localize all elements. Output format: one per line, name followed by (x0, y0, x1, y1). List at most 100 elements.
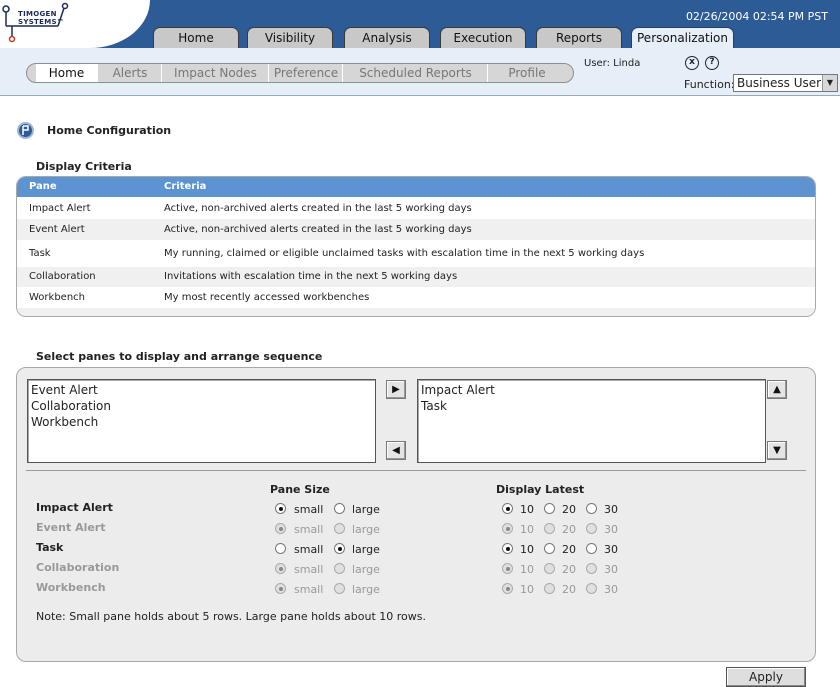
radio-label: large (352, 563, 380, 576)
radio-label: 20 (562, 583, 576, 596)
cell-pane: Event Alert (29, 224, 85, 235)
display-latest-header: Display Latest (496, 483, 585, 496)
datetime: 02/26/2004 02:54 PM PST (685, 10, 828, 23)
radio-label: 10 (520, 563, 534, 576)
pane-label-task: Task (36, 541, 64, 554)
radio-label: 30 (604, 503, 618, 516)
workbench-latest-20-radio (544, 583, 555, 594)
table-row-spacer (17, 308, 815, 316)
criteria-table: Pane Criteria Impact Alert Active, non-a… (16, 176, 816, 317)
impact-alert-size-small-radio[interactable] (275, 503, 286, 514)
subnav-alerts[interactable]: Alerts (99, 64, 162, 82)
impact-alert-size-large-radio[interactable] (334, 503, 345, 514)
event-alert-latest-30-radio (586, 523, 597, 534)
impact-alert-latest-10-radio[interactable] (502, 503, 513, 514)
tab-visibility[interactable]: Visibility (247, 27, 333, 48)
radio-label: small (294, 543, 324, 556)
cell-criteria: Invitations with escalation time in the … (164, 271, 458, 282)
pane-label-collaboration: Collaboration (36, 561, 120, 574)
col-header-criteria: Criteria (164, 181, 207, 192)
radio-label: 30 (604, 563, 618, 576)
radio-label: 10 (520, 503, 534, 516)
help-icon[interactable]: ? (705, 56, 719, 70)
radio-label: 20 (562, 563, 576, 576)
available-panes-list[interactable]: Event Alert Collaboration Workbench (27, 379, 376, 463)
radio-label: large (352, 523, 380, 536)
workbench-size-large-radio (334, 583, 345, 594)
user-label: User: Linda (584, 58, 641, 69)
radio-label: small (294, 503, 324, 516)
task-latest-10-radio[interactable] (502, 543, 513, 554)
table-row: Task My running, claimed or eligible unc… (17, 240, 815, 267)
chevron-down-icon[interactable]: ▼ (822, 75, 837, 91)
move-down-button[interactable]: ▼ (767, 441, 787, 460)
pane-size-header: Pane Size (270, 483, 330, 496)
subnav-home[interactable]: Home (36, 64, 98, 82)
list-item[interactable]: Impact Alert (421, 382, 762, 398)
function-label: Function: (684, 78, 735, 91)
tab-home[interactable]: Home (153, 27, 239, 48)
radio-label: 30 (604, 543, 618, 556)
criteria-table-header: Pane Criteria (17, 177, 815, 197)
cell-pane: Workbench (29, 292, 85, 303)
page-title: Home Configuration (47, 124, 172, 137)
workbench-latest-10-radio (502, 583, 513, 594)
impact-alert-latest-20-radio[interactable] (544, 503, 555, 514)
radio-label: small (294, 583, 324, 596)
function-select-value: Business User (737, 76, 822, 90)
cell-criteria: My most recently accessed workbenches (164, 292, 370, 303)
list-item[interactable]: Event Alert (31, 382, 372, 398)
task-size-small-radio[interactable] (275, 543, 286, 554)
collaboration-latest-10-radio (502, 563, 513, 574)
list-item[interactable]: Task (421, 398, 762, 414)
move-left-button[interactable]: ◀ (386, 441, 406, 460)
function-select[interactable]: Business User ▼ (733, 74, 838, 92)
tab-personalization[interactable]: Personalization (631, 27, 734, 48)
cell-criteria: My running, claimed or eligible unclaime… (164, 248, 645, 259)
display-criteria-title: Display Criteria (36, 160, 132, 173)
tab-analysis[interactable]: Analysis (344, 27, 430, 48)
task-latest-30-radio[interactable] (586, 543, 597, 554)
radio-label: large (352, 503, 380, 516)
radio-label: large (352, 583, 380, 596)
list-item[interactable]: Workbench (31, 414, 372, 430)
divider (26, 470, 806, 471)
table-row: Workbench My most recently accessed work… (17, 287, 815, 308)
subnav-profile[interactable]: Profile (489, 64, 565, 82)
subnav-preference[interactable]: Preference (270, 64, 343, 82)
apply-button[interactable]: Apply (726, 667, 806, 687)
close-icon[interactable]: x (685, 56, 699, 70)
workbench-size-small-radio (275, 583, 286, 594)
cell-pane: Impact Alert (29, 203, 91, 214)
collaboration-size-large-radio (334, 563, 345, 574)
task-size-large-radio[interactable] (334, 543, 345, 554)
pane-label-workbench: Workbench (36, 581, 106, 594)
radio-label: small (294, 563, 324, 576)
collaboration-latest-20-radio (544, 563, 555, 574)
tab-reports[interactable]: Reports (536, 27, 622, 48)
pane-size-note: Note: Small pane holds about 5 rows. Lar… (36, 610, 427, 623)
tab-execution[interactable]: Execution (440, 27, 526, 48)
cell-criteria: Active, non-archived alerts created in t… (164, 224, 472, 235)
table-row: Event Alert Active, non-archived alerts … (17, 219, 815, 240)
collaboration-size-small-radio (275, 563, 286, 574)
subnav-impact-nodes[interactable]: Impact Nodes (163, 64, 269, 82)
event-alert-size-large-radio (334, 523, 345, 534)
cell-criteria: Active, non-archived alerts created in t… (164, 203, 472, 214)
impact-alert-latest-30-radio[interactable] (586, 503, 597, 514)
move-right-button[interactable]: ▶ (386, 380, 406, 399)
subnav-scheduled-reports[interactable]: Scheduled Reports (344, 64, 488, 82)
event-alert-latest-20-radio (544, 523, 555, 534)
selected-panes-list[interactable]: Impact Alert Task (417, 379, 766, 463)
radio-label: 20 (562, 523, 576, 536)
task-latest-20-radio[interactable] (544, 543, 555, 554)
move-up-button[interactable]: ▲ (767, 380, 787, 399)
event-alert-latest-10-radio (502, 523, 513, 534)
event-alert-size-small-radio (275, 523, 286, 534)
select-panes-title: Select panes to display and arrange sequ… (36, 350, 323, 363)
list-item[interactable]: Collaboration (31, 398, 372, 414)
table-row: Impact Alert Active, non-archived alerts… (17, 199, 815, 219)
radio-label: 20 (562, 503, 576, 516)
radio-label: large (352, 543, 380, 556)
table-row: Collaboration Invitations with escalatio… (17, 267, 815, 287)
